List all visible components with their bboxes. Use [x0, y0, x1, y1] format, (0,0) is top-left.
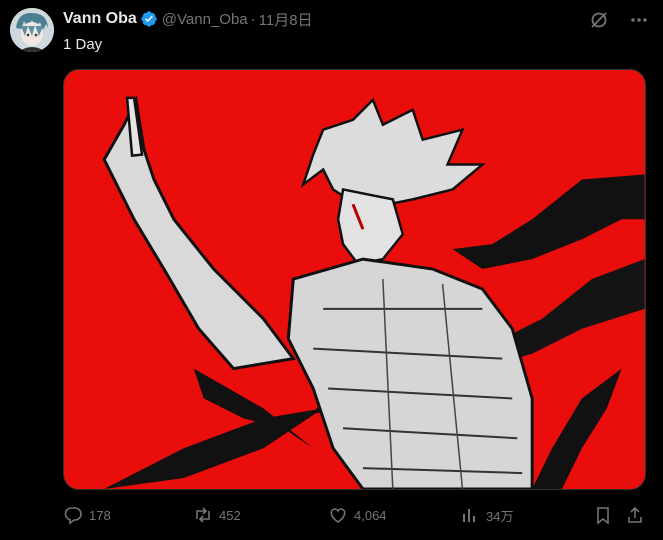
repost-icon — [196, 507, 210, 523]
bookmark-icon — [597, 507, 609, 525]
artwork-illustration-icon — [64, 70, 645, 489]
verified-badge-icon[interactable] — [140, 10, 158, 28]
reply-button[interactable]: 178 — [63, 503, 111, 527]
like-button[interactable]: 4,064 — [328, 503, 387, 527]
more-icon[interactable] — [629, 10, 649, 30]
views-count: 34万 — [486, 508, 514, 524]
repost-count: 452 — [219, 507, 241, 523]
heart-icon — [330, 508, 346, 523]
reply-icon — [64, 507, 82, 525]
reply-count: 178 — [89, 507, 111, 523]
display-name[interactable]: Vann Oba — [63, 10, 137, 28]
post-top-actions — [589, 10, 649, 30]
views-icon — [463, 509, 475, 522]
bookmark-button[interactable] — [593, 503, 613, 527]
post-header: Vann Oba @Vann_Oba · 11月8日 — [63, 9, 313, 29]
like-count: 4,064 — [354, 507, 387, 523]
post-media[interactable] — [63, 69, 646, 490]
avatar-portrait-icon — [10, 8, 54, 52]
separator: · — [250, 10, 256, 28]
post-text: 1 Day — [63, 36, 103, 53]
handle[interactable]: @Vann_Oba — [162, 11, 248, 28]
share-icon — [628, 506, 642, 523]
views-button[interactable]: 34万 — [460, 503, 513, 527]
post-actions: 178 452 4,064 34万 — [63, 503, 643, 527]
post-date[interactable]: 11月8日 — [259, 9, 313, 30]
repost-button[interactable]: 452 — [193, 503, 241, 527]
grok-icon[interactable] — [589, 10, 609, 30]
share-button[interactable] — [625, 503, 645, 527]
avatar[interactable] — [10, 8, 54, 52]
